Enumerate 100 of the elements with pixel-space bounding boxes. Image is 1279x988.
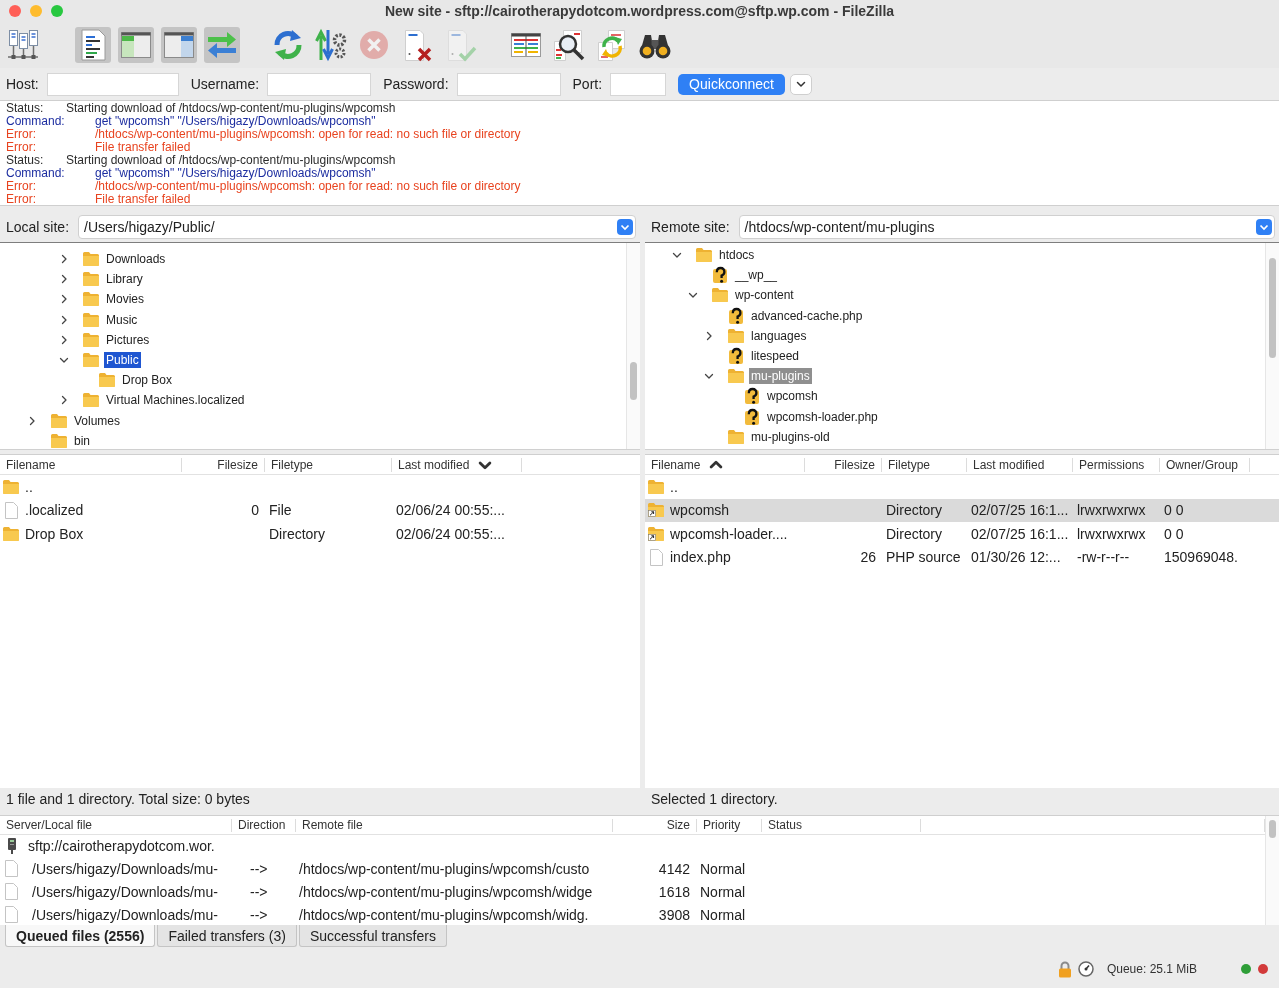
file-icon: [5, 860, 18, 877]
tab[interactable]: Failed transfers (3): [157, 925, 297, 947]
file-row[interactable]: .localized 0 File 02/06/24 00:55:...: [0, 498, 640, 522]
file-row[interactable]: wpcomsh Directory 02/07/25 16:1... lrwxrwxrwx 0 0: [645, 498, 1279, 522]
file-name[interactable]: index.php: [670, 549, 731, 566]
input-field[interactable]: [456, 72, 561, 96]
file-name[interactable]: ..: [25, 478, 33, 495]
tree-item[interactable]: languages: [749, 327, 809, 344]
column-header[interactable]: Size: [613, 818, 697, 832]
document-lines-icon[interactable]: [75, 27, 111, 63]
file-path: /htdocs/wp-content/mu-plugins/wpcomsh/custo: [299, 860, 590, 877]
dropdown-icon[interactable]: [617, 219, 633, 235]
column-header[interactable]: Last modified: [392, 457, 522, 472]
tree-item[interactable]: litespeed: [749, 348, 802, 365]
column-header[interactable]: Direction: [232, 818, 296, 832]
folder-icon: [728, 429, 744, 444]
scrollbar-thumb[interactable]: [1269, 820, 1276, 838]
file-row[interactable]: wpcomsh-loader.... Directory 02/07/25 16:1... lrwxrwxrwx 0 0: [645, 522, 1279, 546]
magnifier-documents-icon[interactable]: [551, 27, 587, 63]
column-header[interactable]: Filename: [0, 457, 182, 472]
column-header[interactable]: Filesize: [182, 457, 265, 472]
chevron-right-icon[interactable]: [59, 254, 69, 265]
column-header[interactable]: Priority: [697, 818, 762, 832]
file-row[interactable]: Drop Box Directory 02/06/24 00:55:...: [0, 522, 640, 546]
chevron-right-icon[interactable]: [59, 294, 69, 305]
tab[interactable]: Successful transfers: [298, 925, 447, 947]
path-field[interactable]: /htdocs/wp-content/mu-plugins: [738, 215, 1275, 239]
input-field[interactable]: [267, 72, 372, 96]
log-message: Starting download of /htdocs/wp-content/mu-plugins/wpcomsh: [66, 102, 396, 115]
column-header[interactable]: Server/Local file: [0, 818, 232, 832]
scrollbar[interactable]: [1265, 816, 1279, 925]
left-panel-window-icon[interactable]: [118, 27, 154, 63]
tree-item[interactable]: Virtual Machines.localized: [104, 392, 247, 409]
scrollbar[interactable]: [626, 243, 640, 449]
scrollbar[interactable]: [1265, 243, 1279, 449]
tree-item[interactable]: Public: [104, 352, 141, 369]
table-cell: Normal: [700, 906, 746, 923]
file-row[interactable]: ..: [0, 475, 640, 499]
folder-icon: [728, 369, 744, 384]
tree-item[interactable]: Library: [104, 271, 145, 288]
column-header[interactable]: Remote file: [296, 818, 613, 832]
right-panel-window-icon[interactable]: [161, 27, 197, 63]
tree-item[interactable]: Downloads: [104, 251, 168, 268]
file-row[interactable]: index.php 26 PHP source 01/30/26 12:... -rw-r--r-- 150969048.: [645, 545, 1279, 569]
table-cell: 01/30/26 12:...: [971, 549, 1061, 566]
column-header[interactable]: Filesize: [805, 457, 882, 472]
quickconnect-button[interactable]: Quickconnect: [678, 73, 785, 95]
dropdown-button[interactable]: [789, 73, 812, 95]
scrollbar-thumb[interactable]: [1269, 258, 1276, 358]
column-header[interactable]: Last modified: [967, 457, 1073, 472]
column-header[interactable]: Permissions: [1073, 457, 1160, 472]
tab[interactable]: Queued files (2556): [5, 925, 156, 947]
tree-item[interactable]: Drop Box: [120, 372, 175, 389]
folder-icon: [83, 332, 99, 347]
table-cell: -rw-r--r--: [1077, 549, 1130, 566]
file-row[interactable]: ..: [645, 475, 1279, 499]
status-text: Selected 1 directory.: [650, 790, 779, 809]
chevron-right-icon[interactable]: [59, 274, 69, 285]
tree-item[interactable]: Pictures: [104, 331, 152, 348]
chevron-right-icon[interactable]: [59, 334, 69, 345]
log-label: Error:: [6, 193, 37, 205]
tree-item[interactable]: wpcomsh-loader.php: [765, 408, 880, 425]
tree-item[interactable]: mu-plugins-old: [749, 428, 832, 445]
table-cell: 1618: [658, 883, 690, 900]
tree-item[interactable]: htdocs: [717, 247, 757, 264]
file-name[interactable]: wpcomsh-loader....: [670, 525, 788, 542]
file-name[interactable]: wpcomsh: [670, 502, 730, 519]
tree-item[interactable]: Music: [104, 311, 140, 328]
chevron-right-icon[interactable]: [59, 314, 69, 325]
dropdown-icon[interactable]: [1256, 219, 1272, 235]
chevron-right-icon[interactable]: [704, 330, 714, 341]
field-label: Username:: [190, 76, 260, 92]
path-field[interactable]: /Users/higazy/Public/: [78, 215, 636, 239]
input-field[interactable]: [46, 72, 179, 96]
chevron-right-icon[interactable]: [27, 415, 37, 426]
tree-item[interactable]: __wp__: [733, 267, 780, 284]
log-message: File transfer failed: [95, 141, 191, 154]
tree-item[interactable]: wp-content: [733, 287, 796, 304]
folder-icon: [728, 328, 744, 343]
arrows-gears-icon[interactable]: [313, 27, 349, 63]
input-field[interactable]: [610, 72, 667, 96]
scrollbar-thumb[interactable]: [630, 362, 637, 400]
column-header[interactable]: Filename: [645, 457, 805, 472]
column-header[interactable]: Filetype: [265, 457, 392, 472]
tree-item[interactable]: advanced-cache.php: [749, 307, 865, 324]
field-label: Local site:: [6, 219, 70, 235]
column-header[interactable]: Status: [762, 818, 921, 832]
tree-item[interactable]: bin: [72, 432, 92, 449]
tree-item[interactable]: Volumes: [72, 412, 123, 429]
chevron-right-icon[interactable]: [59, 395, 69, 406]
field-label: Port:: [572, 76, 603, 92]
tree-item[interactable]: Movies: [104, 291, 146, 308]
file-name[interactable]: ..: [670, 478, 678, 495]
file-name[interactable]: .localized: [25, 502, 84, 519]
tree-item[interactable]: wpcomsh: [765, 388, 820, 405]
column-header[interactable]: Filetype: [882, 457, 967, 472]
column-header[interactable]: Owner/Group: [1160, 457, 1250, 472]
table-cell: File: [269, 502, 292, 519]
file-name[interactable]: Drop Box: [25, 525, 84, 542]
file-path: /htdocs/wp-content/mu-plugins/wpcomsh/widg.: [299, 906, 589, 923]
